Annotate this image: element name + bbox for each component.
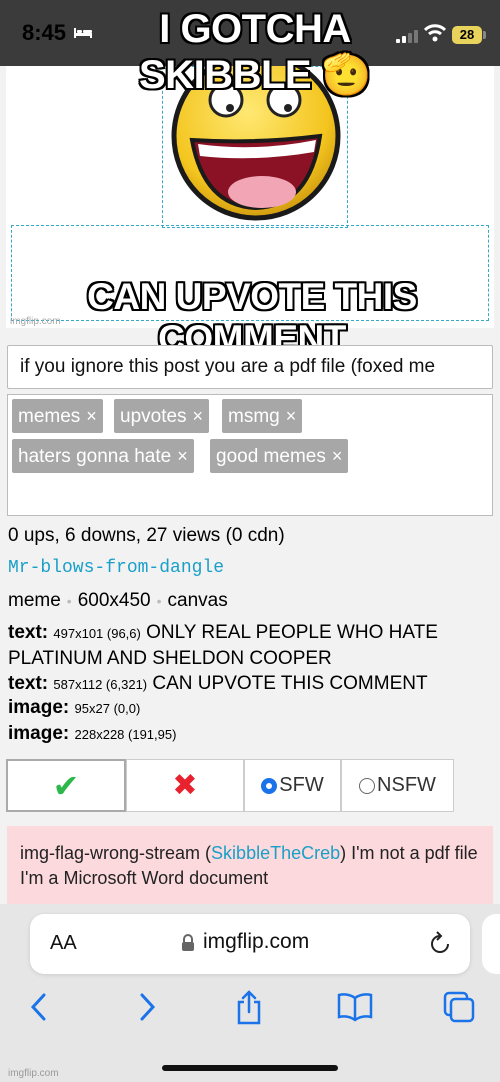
cross-icon: ✖ [172,769,198,802]
layer-row: text: 587x112 (6,321) CAN UPVOTE THIS CO… [8,673,428,695]
meme-mode: canvas [167,590,228,611]
layer-row: text: 497x101 (96,6) ONLY REAL PEOPLE WH… [8,622,438,644]
sfw-option[interactable]: SFW [244,759,341,812]
tag-remove-icon[interactable]: × [286,406,297,426]
tabs-icon[interactable] [442,990,476,1024]
layer-dims: 497x101 (96,6) [53,626,141,641]
meme-stats: 0 ups, 6 downs, 27 views (0 cdn) [8,525,285,546]
radio-selected-icon[interactable] [261,777,278,794]
tag-label: good memes [216,446,326,467]
separator: • [156,593,162,609]
layer-dims: 228x228 (191,95) [74,727,177,742]
tag-chip: haters gonna hate × [12,439,194,473]
layer-kind: image [8,697,63,718]
share-icon[interactable] [234,990,264,1026]
home-indicator[interactable] [162,1065,338,1071]
nsfw-option[interactable]: NSFW [341,759,454,812]
nsfw-label: NSFW [377,774,436,796]
back-icon[interactable] [28,990,50,1024]
bookmarks-icon[interactable] [336,990,374,1024]
tag-chip: good memes × [210,439,349,473]
layer-dims: 587x112 (6,321) [53,677,148,692]
tag-chip: msmg × [222,399,303,433]
layer-colon: : [41,673,49,694]
layer-colon: : [62,723,70,744]
layer-content: PLATINUM AND SHELDON COOPER [8,648,332,669]
next-tab-edge[interactable] [482,914,500,974]
layer-content: CAN UPVOTE THIS COMMENT [152,673,428,694]
top-caption: I GOTCHA SKIBBLE 🫡 [139,7,371,97]
battery-level: 28 [452,26,482,44]
author-link[interactable]: Mr-blows-from-dangle [8,558,224,578]
layer-row: image: 228x228 (191,95) [8,723,176,745]
watermark: imgflip.com [10,316,61,327]
disapprove-button[interactable]: ✖ [126,759,244,812]
tag-label: msmg [228,406,280,427]
tag-chip: memes × [12,399,103,433]
credit-watermark: imgflip.com [8,1068,59,1079]
layer-row-continued: PLATINUM AND SHELDON COOPER [8,648,332,670]
url-text[interactable]: imgflip.com [203,930,309,954]
layer-row: image: 95x27 (0,0) [8,697,140,719]
lock-icon [182,934,194,951]
battery-tip [483,31,486,39]
notice-user-link[interactable]: SkibbleTheCreb [211,843,340,863]
tag-remove-icon[interactable]: × [86,406,97,426]
flag-notice: img-flag-wrong-stream (SkibbleTheCreb) I… [7,826,493,904]
wifi-icon [424,24,446,42]
layer-colon: : [62,697,70,718]
notice-prefix: img-flag-wrong-stream ( [20,843,212,863]
radio-unselected-icon[interactable] [359,777,376,794]
tag-label: memes [18,406,81,427]
layer-dims: 95x27 (0,0) [74,701,141,716]
separator: • [66,593,72,609]
layer-content: ONLY REAL PEOPLE WHO HATE [146,622,438,643]
checkmark-icon: ✔ [52,767,80,804]
forward-icon[interactable] [136,990,158,1024]
tag-remove-icon[interactable]: × [332,446,343,466]
tag-label: haters gonna hate [18,446,172,467]
sleep-focus-icon [74,28,92,38]
tag-chip: upvotes × [114,399,210,433]
meme-type: meme [8,590,61,611]
layer-kind: text [8,622,42,643]
tag-remove-icon[interactable]: × [193,406,204,426]
approve-button[interactable]: ✔ [6,759,126,812]
layer-kind: image [8,723,63,744]
reload-icon[interactable] [428,930,452,956]
moderation-buttons: ✔ ✖ SFW NSFW [6,759,454,812]
title-input[interactable]: if you ignore this post you are a pdf fi… [7,345,493,389]
tag-label: upvotes [120,406,187,427]
meme-info: meme • 600x450 • canvas [8,590,228,612]
tags-input[interactable]: memes × upvotes × msmg × haters gonna hate ×… [7,394,493,516]
text-size-button[interactable]: AA [50,932,77,955]
layer-colon: : [41,622,49,643]
layer-kind: text [8,673,42,694]
tag-remove-icon[interactable]: × [177,446,188,466]
text-size-label: AA [50,932,77,954]
meme-size: 600x450 [77,590,151,611]
status-time: 8:45 [22,20,67,45]
sfw-label: SFW [279,774,324,796]
